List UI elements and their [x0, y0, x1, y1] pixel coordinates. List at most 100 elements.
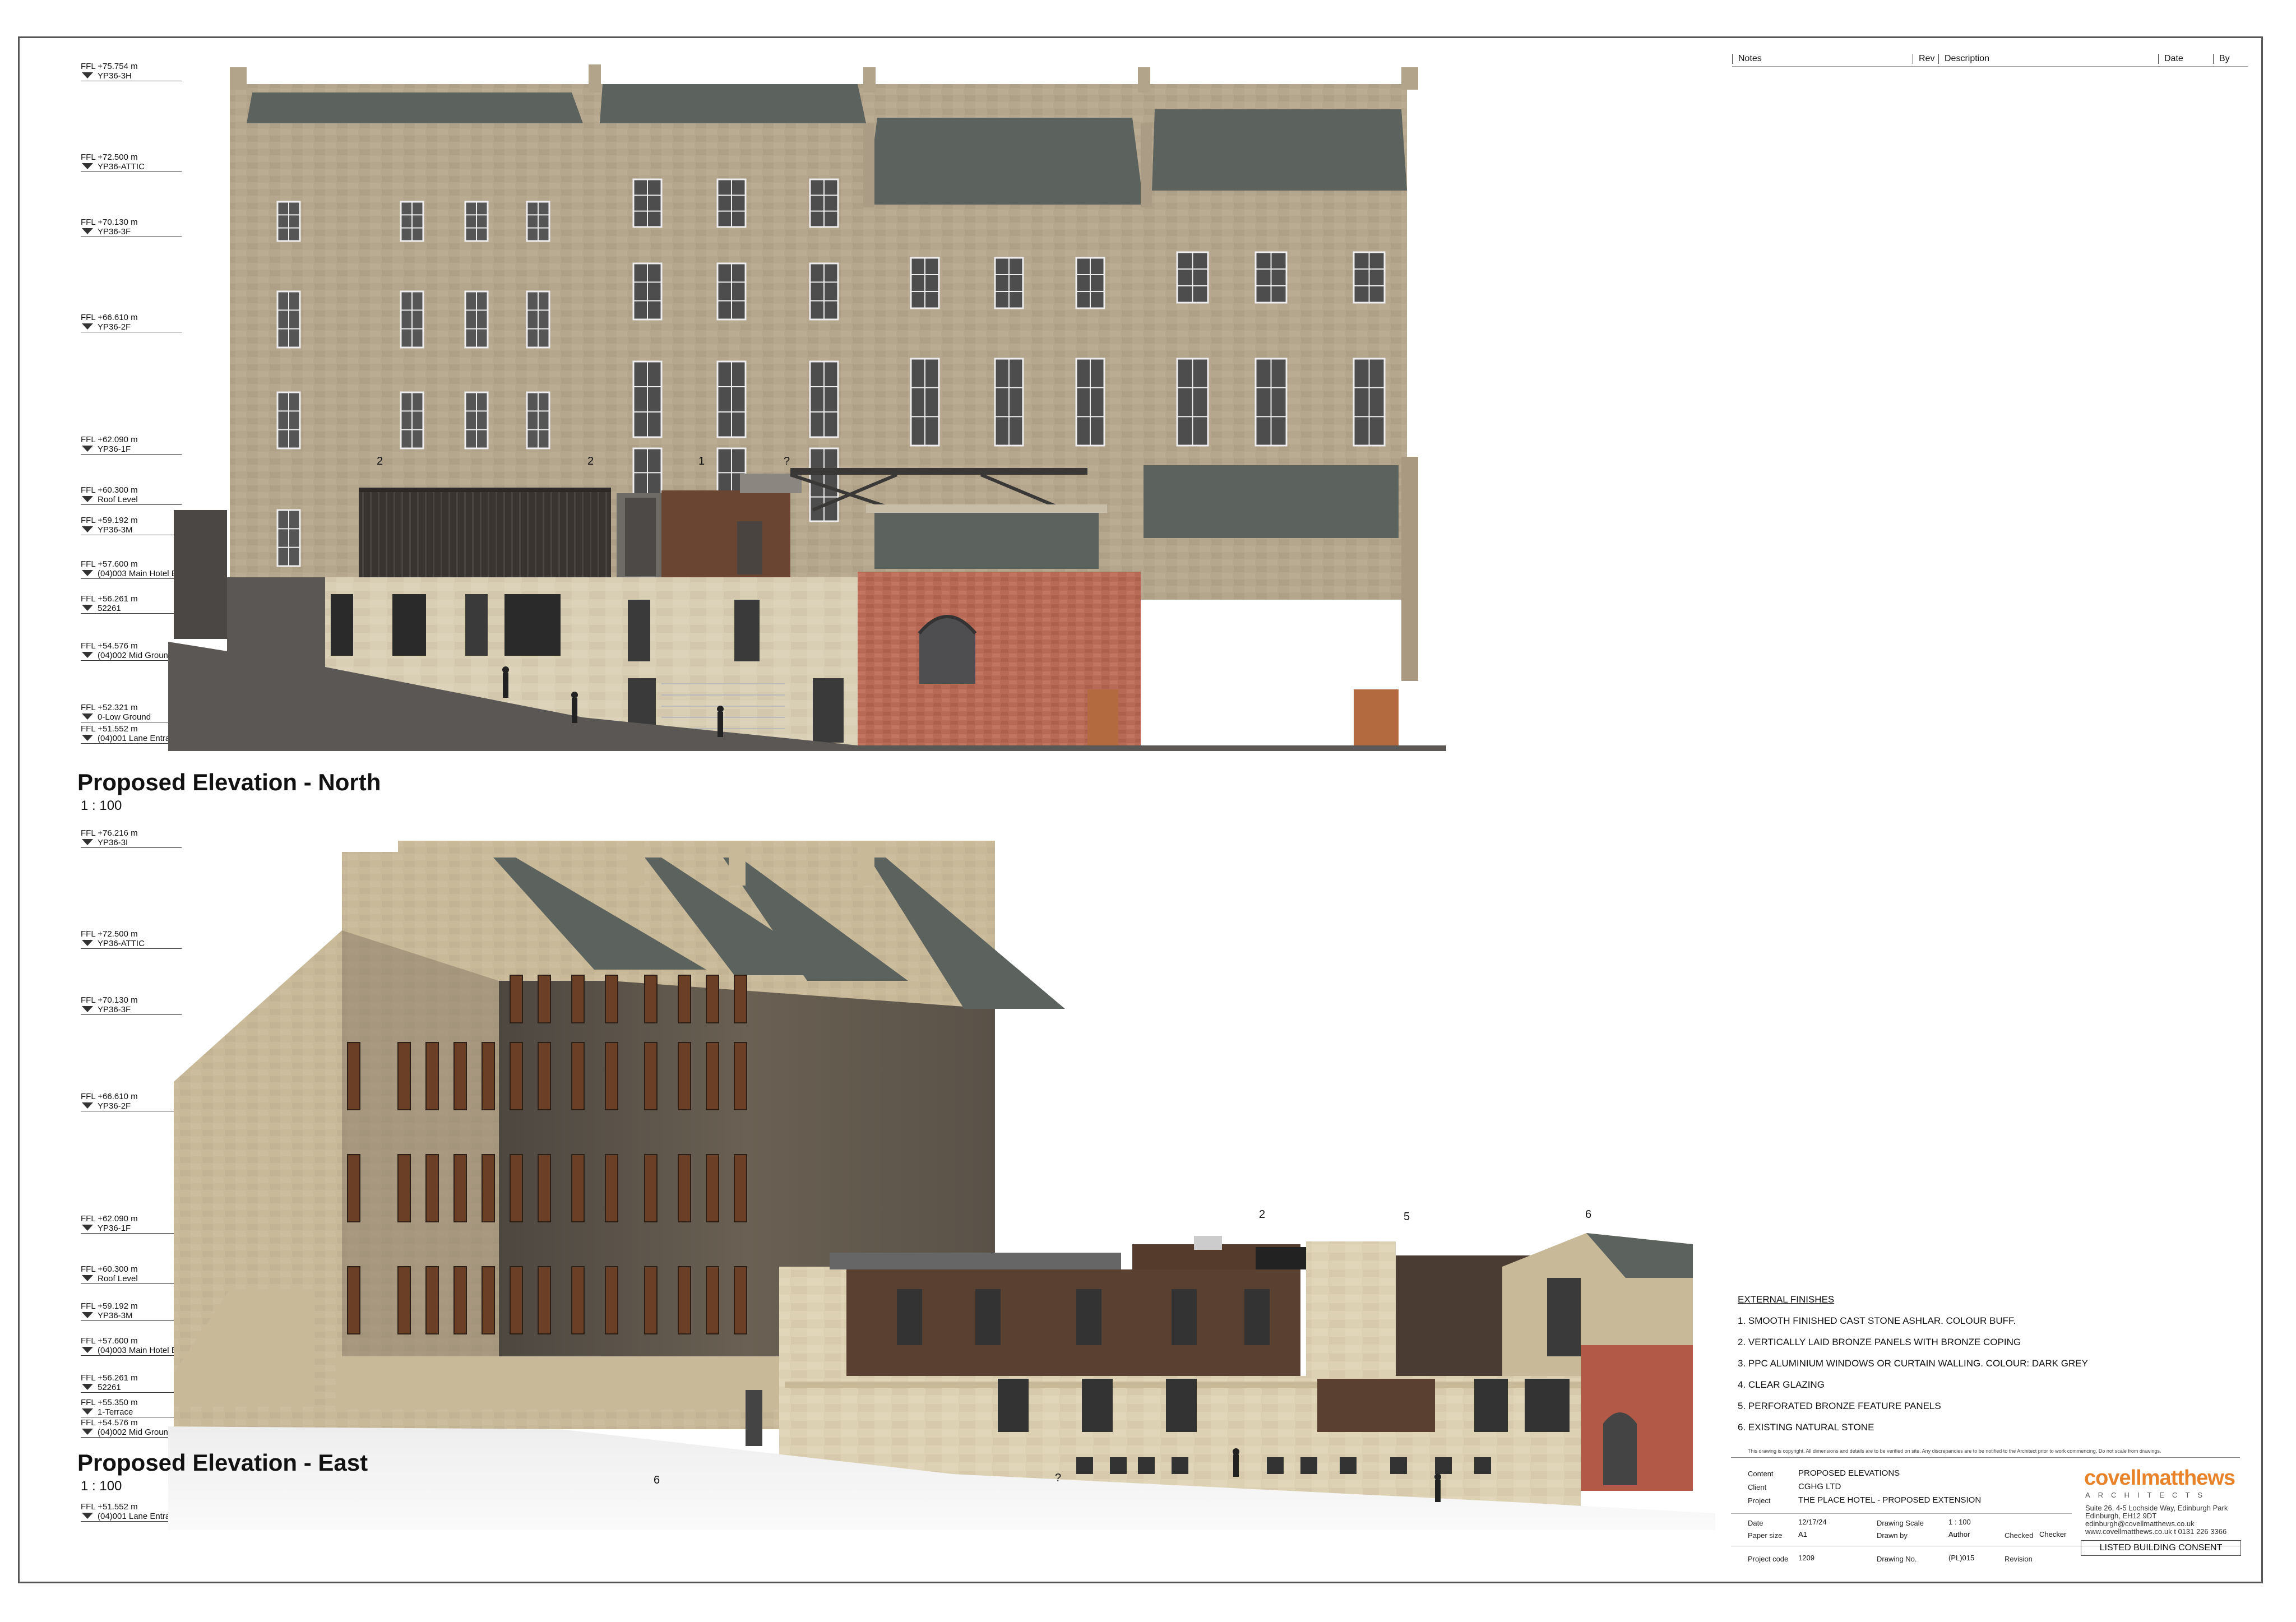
level-elevation: FFL +59.192 m	[81, 1301, 138, 1311]
level-marker: FFL +57.600 m (04)003 Main Hotel Entrance	[81, 1336, 205, 1356]
finish-item: 4. CLEAR GLAZING	[1738, 1379, 1825, 1390]
level-name: YP36-1F	[81, 444, 182, 455]
company-logo-subtitle: ARCHITECTS	[2085, 1491, 2211, 1499]
level-marker: FFL +60.300 m Roof Level	[81, 485, 182, 505]
level-marker: FFL +70.130 m YP36-3F	[81, 217, 182, 237]
level-triangle-icon	[82, 605, 93, 611]
level-elevation: FFL +51.552 m	[81, 724, 138, 734]
level-marker: FFL +55.350 m 1-Terrace	[81, 1398, 182, 1417]
level-triangle-icon	[82, 526, 93, 532]
level-triangle-icon	[82, 1384, 93, 1390]
level-elevation: FFL +62.090 m	[81, 435, 138, 444]
level-marker: FFL +56.261 m 52261	[81, 594, 182, 614]
level-marker: FFL +57.600 m (04)003 Main Hotel Entrance	[81, 559, 205, 579]
east-elevation-title: Proposed Elevation - East	[77, 1449, 368, 1476]
level-elevation: FFL +70.130 m	[81, 217, 138, 227]
level-marker: FFL +72.500 m YP36-ATTIC	[81, 152, 182, 172]
notes-col: Notes	[1732, 54, 1762, 64]
north-elevation-scale: 1 : 100	[81, 798, 122, 813]
level-triangle-icon	[82, 570, 93, 576]
level-marker: FFL +66.610 m YP36-2F	[81, 313, 182, 332]
level-name: YP36-ATTIC	[81, 162, 182, 172]
level-name: YP36-2F	[81, 322, 182, 332]
level-elevation: FFL +72.500 m	[81, 929, 138, 939]
level-name: YP36-3F	[81, 1005, 182, 1015]
level-marker: FFL +75.754 m YP36-3H	[81, 62, 182, 81]
level-marker: FFL +54.576 m (04)002 Mid Ground	[81, 1418, 182, 1438]
callout-tag: 2	[377, 455, 383, 467]
level-elevation: FFL +54.576 m	[81, 1418, 138, 1428]
level-elevation: FFL +57.600 m	[81, 559, 138, 569]
paper-size-label: Paper size	[1748, 1531, 1783, 1540]
company-address: Suite 26, 4-5 Lochside Way, Edinburgh Pa…	[2085, 1504, 2228, 1536]
north-elevation-title: Proposed Elevation - North	[77, 769, 381, 795]
level-name: (04)003 Main Hotel Entrance	[81, 569, 205, 579]
copyright-disclaimer: This drawing is copyright. All dimension…	[1748, 1448, 2161, 1454]
copper-box	[661, 490, 790, 577]
level-elevation: FFL +54.576 m	[81, 641, 138, 651]
client-value: CGHG LTD	[1798, 1482, 1841, 1491]
level-triangle-icon	[82, 1513, 93, 1519]
bronze-extension	[359, 490, 611, 577]
level-elevation: FFL +57.600 m	[81, 1336, 138, 1346]
level-name: (04)003 Main Hotel Entrance	[81, 1346, 205, 1356]
roof-1	[247, 92, 583, 123]
level-marker: FFL +70.130 m YP36-3F	[81, 995, 182, 1015]
north-elevation-drawing	[168, 64, 1446, 751]
level-triangle-icon	[82, 1312, 93, 1318]
date-label: Date	[1748, 1519, 1763, 1527]
level-marker: FFL +59.192 m YP36-3M	[81, 516, 182, 535]
callout-tag: ?	[784, 455, 790, 467]
level-name: 52261	[81, 1383, 182, 1393]
project-code-value: 1209	[1798, 1554, 1814, 1562]
level-name: (04)002 Mid Ground	[81, 1428, 182, 1438]
drawing-scale-value: 1 : 100	[1948, 1518, 1971, 1526]
level-name: YP36-3F	[81, 227, 182, 237]
company-logo: covellmatthews	[2084, 1466, 2235, 1490]
revision-table-header: Notes Rev Description Date By	[1732, 54, 2248, 67]
level-marker: FFL +76.216 m YP36-3I	[81, 828, 182, 848]
level-triangle-icon	[82, 735, 93, 741]
level-marker: FFL +62.090 m YP36-1F	[81, 1214, 182, 1234]
level-elevation: FFL +60.300 m	[81, 485, 138, 495]
level-elevation: FFL +55.350 m	[81, 1398, 138, 1407]
checked-label: Checked	[2005, 1531, 2034, 1540]
level-triangle-icon	[82, 1275, 93, 1281]
level-name: YP36-3H	[81, 71, 182, 81]
level-triangle-icon	[82, 1102, 93, 1109]
level-triangle-icon	[82, 652, 93, 658]
external-finishes-list: EXTERNAL FINISHES 1. SMOOTH FINISHED CAS…	[1738, 1289, 2088, 1438]
level-triangle-icon	[82, 1429, 93, 1435]
callout-tag: 2	[1259, 1208, 1266, 1221]
level-name: YP36-2F	[81, 1101, 182, 1111]
drawn-by-value: Author	[1948, 1530, 1970, 1538]
level-marker: FFL +66.610 m YP36-2F	[81, 1092, 182, 1111]
level-triangle-icon	[82, 163, 93, 169]
level-triangle-icon	[82, 1225, 93, 1231]
callout-tag: 6	[1585, 1208, 1592, 1221]
level-triangle-icon	[82, 839, 93, 845]
finish-item: 2. VERTICALLY LAID BRONZE PANELS WITH BR…	[1738, 1337, 2021, 1347]
level-name: YP36-ATTIC	[81, 939, 182, 949]
finish-item: 5. PERFORATED BRONZE FEATURE PANELS	[1738, 1401, 1941, 1411]
finish-item: 6. EXISTING NATURAL STONE	[1738, 1422, 1874, 1433]
level-elevation: FFL +72.500 m	[81, 152, 138, 162]
status-badge: LISTED BUILDING CONSENT	[2081, 1540, 2241, 1556]
level-elevation: FFL +56.261 m	[81, 594, 138, 604]
level-elevation: FFL +70.130 m	[81, 995, 138, 1005]
level-triangle-icon	[82, 1347, 93, 1353]
by-col: By	[2213, 54, 2230, 64]
level-elevation: FFL +62.090 m	[81, 1214, 138, 1224]
roof-4	[1152, 109, 1407, 191]
level-marker: FFL +62.090 m YP36-1F	[81, 435, 182, 455]
level-name: YP36-1F	[81, 1224, 182, 1234]
level-name: YP36-3M	[81, 525, 182, 535]
level-marker: FFL +72.500 m YP36-ATTIC	[81, 929, 182, 949]
level-triangle-icon	[82, 228, 93, 234]
roof-3	[866, 118, 1144, 205]
level-elevation: FFL +56.261 m	[81, 1373, 138, 1383]
level-name: YP36-3M	[81, 1311, 182, 1321]
project-value: THE PLACE HOTEL - PROPOSED EXTENSION	[1798, 1495, 1982, 1505]
content-label: Content	[1748, 1470, 1774, 1478]
finish-item: 3. PPC ALUMINIUM WINDOWS OR CURTAIN WALL…	[1738, 1358, 2088, 1369]
